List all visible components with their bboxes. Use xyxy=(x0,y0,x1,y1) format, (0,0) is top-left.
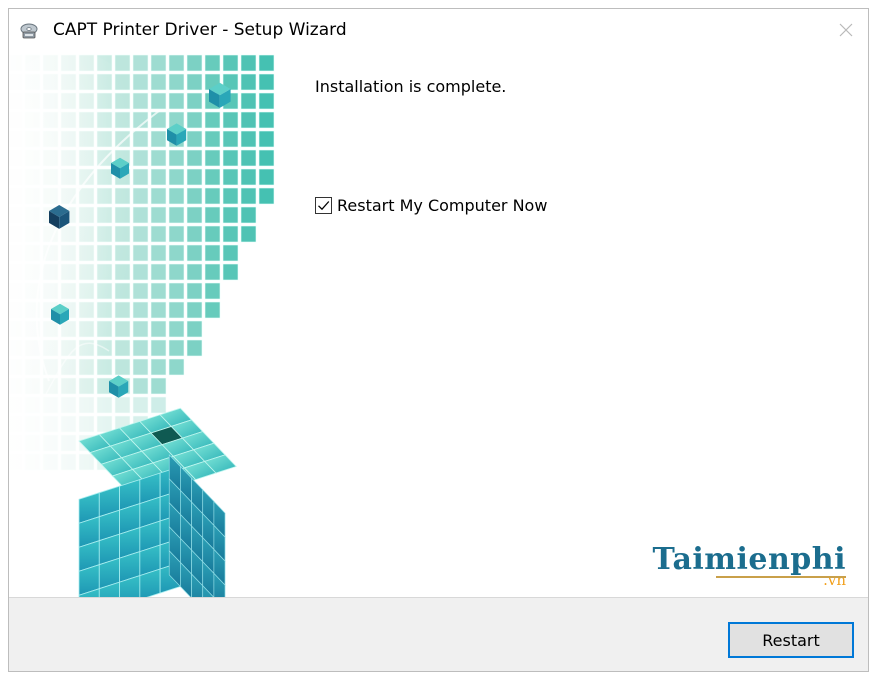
watermark-underline xyxy=(716,576,846,578)
installation-status-text: Installation is complete. xyxy=(315,77,507,96)
printer-disc-icon xyxy=(19,21,39,41)
close-button[interactable] xyxy=(824,9,868,51)
restart-now-checkbox[interactable] xyxy=(315,197,332,214)
window-title: CAPT Printer Driver - Setup Wizard xyxy=(53,20,347,40)
setup-wizard-window: CAPT Printer Driver - Setup Wizard Insta… xyxy=(8,8,869,672)
restart-button-label: Restart xyxy=(762,630,820,650)
wizard-content: Installation is complete. Restart My Com… xyxy=(295,51,868,597)
wizard-footer: Restart xyxy=(9,597,868,671)
restart-now-label: Restart My Computer Now xyxy=(337,196,548,215)
taimienphi-watermark: Taimienphi .vn xyxy=(652,545,846,588)
watermark-main-text: Taimienphi xyxy=(652,542,846,577)
cube-artwork-svg xyxy=(9,51,295,597)
close-icon xyxy=(839,23,853,37)
title-bar[interactable]: CAPT Printer Driver - Setup Wizard xyxy=(9,9,868,51)
checkmark-icon xyxy=(318,201,330,211)
restart-button[interactable]: Restart xyxy=(728,622,854,658)
wizard-side-artwork xyxy=(9,51,295,597)
restart-now-option[interactable]: Restart My Computer Now xyxy=(315,196,547,215)
